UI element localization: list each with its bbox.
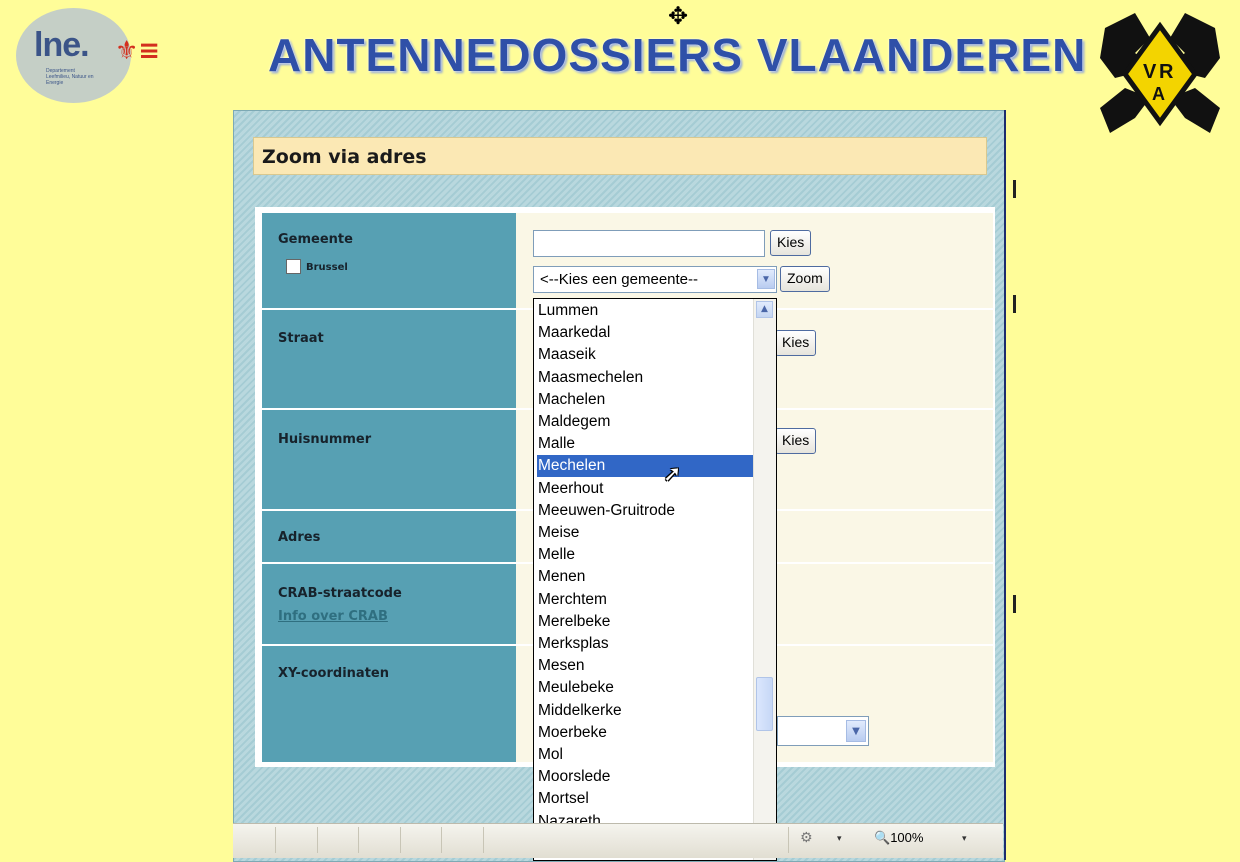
dropdown-option[interactable]: Malle <box>537 433 753 455</box>
svg-text:R: R <box>1159 61 1174 83</box>
dropdown-scrollbar[interactable]: ▲ <box>753 299 776 860</box>
zoom-value: 100% <box>890 830 924 845</box>
zoom-level[interactable]: 🔍100% <box>874 830 923 846</box>
dropdown-option[interactable]: Middelkerke <box>537 700 753 722</box>
crab-info-link[interactable]: Info over CRAB <box>278 609 388 624</box>
lne-logo-subtext: Departement Leefmilieu, Natuur en Energi… <box>46 68 94 86</box>
straat-kies-button[interactable]: Kies <box>775 330 817 356</box>
crab-label: CRAB-straatcode <box>278 586 402 601</box>
edge-marker <box>1013 595 1016 613</box>
dropdown-option[interactable]: Lummen <box>537 300 753 322</box>
straat-label: Straat <box>278 331 324 346</box>
page-title: ANTENNEDOSSIERS VLAANDEREN <box>268 29 1087 81</box>
dropdown-option[interactable]: Meeuwen-Gruitrode <box>537 500 753 522</box>
gemeente-label: Gemeente <box>278 232 353 247</box>
xy-label: XY-coordinaten <box>278 666 389 681</box>
mouse-pointer-icon: ➚ <box>663 462 682 487</box>
dropdown-option[interactable]: Meerhout <box>537 478 753 500</box>
chevron-down-icon[interactable]: ▾ <box>962 834 967 844</box>
brussel-checkbox[interactable] <box>286 259 301 274</box>
statusbar-divider <box>441 827 442 853</box>
statusbar-divider <box>400 827 401 853</box>
svg-text:A: A <box>1152 84 1165 104</box>
dropdown-option[interactable]: Maasmechelen <box>537 367 753 389</box>
dropdown-option[interactable]: Maaseik <box>537 344 753 366</box>
scrollbar-thumb[interactable] <box>756 677 773 731</box>
dropdown-option[interactable]: Merksplas <box>537 633 753 655</box>
dropdown-option[interactable]: Melle <box>537 544 753 566</box>
gemeente-search-input[interactable] <box>533 230 765 257</box>
zoom-icon: 🔍 <box>874 830 891 845</box>
statusbar-divider <box>317 827 318 853</box>
panel-header: Zoom via adres <box>253 137 987 175</box>
svg-text:V: V <box>1143 61 1157 83</box>
chevron-down-icon[interactable]: ▼ <box>846 720 866 742</box>
statusbar-divider <box>483 827 484 853</box>
adres-label: Adres <box>278 530 321 545</box>
lne-logo: lne. Departement Leefmilieu, Natuur en E… <box>16 8 131 103</box>
gemeente-select[interactable]: <--Kies een gemeente-- ▼ <box>533 266 777 293</box>
zoom-button[interactable]: Zoom <box>780 266 830 292</box>
dropdown-option[interactable]: Mortsel <box>537 788 753 810</box>
panel-title: Zoom via adres <box>262 146 427 168</box>
dropdown-option[interactable]: Machelen <box>537 389 753 411</box>
dropdown-option[interactable]: Mol <box>537 744 753 766</box>
edge-marker <box>1013 180 1016 198</box>
brussel-label: Brussel <box>306 262 348 273</box>
scroll-up-icon[interactable]: ▲ <box>756 301 773 318</box>
statusbar-divider <box>358 827 359 853</box>
dropdown-option[interactable]: Meulebeke <box>537 677 753 699</box>
security-icon[interactable]: ⚙ <box>800 830 813 846</box>
lne-logo-text: lne. <box>34 26 90 64</box>
dropdown-option[interactable]: Mesen <box>537 655 753 677</box>
dropdown-option[interactable]: Maarkedal <box>537 322 753 344</box>
move-cursor-icon: ✥ <box>668 2 689 30</box>
dropdown-option[interactable]: Moerbeke <box>537 722 753 744</box>
dropdown-option[interactable]: Maldegem <box>537 411 753 433</box>
vra-logo: V R A <box>1100 13 1220 133</box>
coordinate-select[interactable]: ▼ <box>777 716 869 746</box>
statusbar-divider <box>275 827 276 853</box>
dropdown-option[interactable]: Meise <box>537 522 753 544</box>
dropdown-option[interactable]: Moorslede <box>537 766 753 788</box>
panel-border <box>1004 110 1006 860</box>
flemish-lion-icon: ⚜≡ <box>115 36 161 66</box>
statusbar-divider <box>788 827 789 853</box>
dropdown-option[interactable]: Menen <box>537 566 753 588</box>
chevron-down-icon[interactable]: ▼ <box>757 269 775 289</box>
gemeente-kies-button[interactable]: Kies <box>770 230 812 256</box>
chevron-down-icon[interactable]: ▾ <box>837 834 842 844</box>
edge-marker <box>1013 295 1016 313</box>
dropdown-option[interactable]: Merchtem <box>537 589 753 611</box>
gemeente-select-value: <--Kies een gemeente-- <box>540 271 698 288</box>
dropdown-option[interactable]: Mechelen <box>537 455 753 478</box>
gemeente-dropdown-list[interactable]: Lummen Maarkedal Maaseik Maasmechelen Machel… <box>533 298 777 861</box>
dropdown-option[interactable]: Merelbeke <box>537 611 753 633</box>
huisnummer-kies-button[interactable]: Kies <box>775 428 817 454</box>
huisnummer-label: Huisnummer <box>278 432 372 447</box>
